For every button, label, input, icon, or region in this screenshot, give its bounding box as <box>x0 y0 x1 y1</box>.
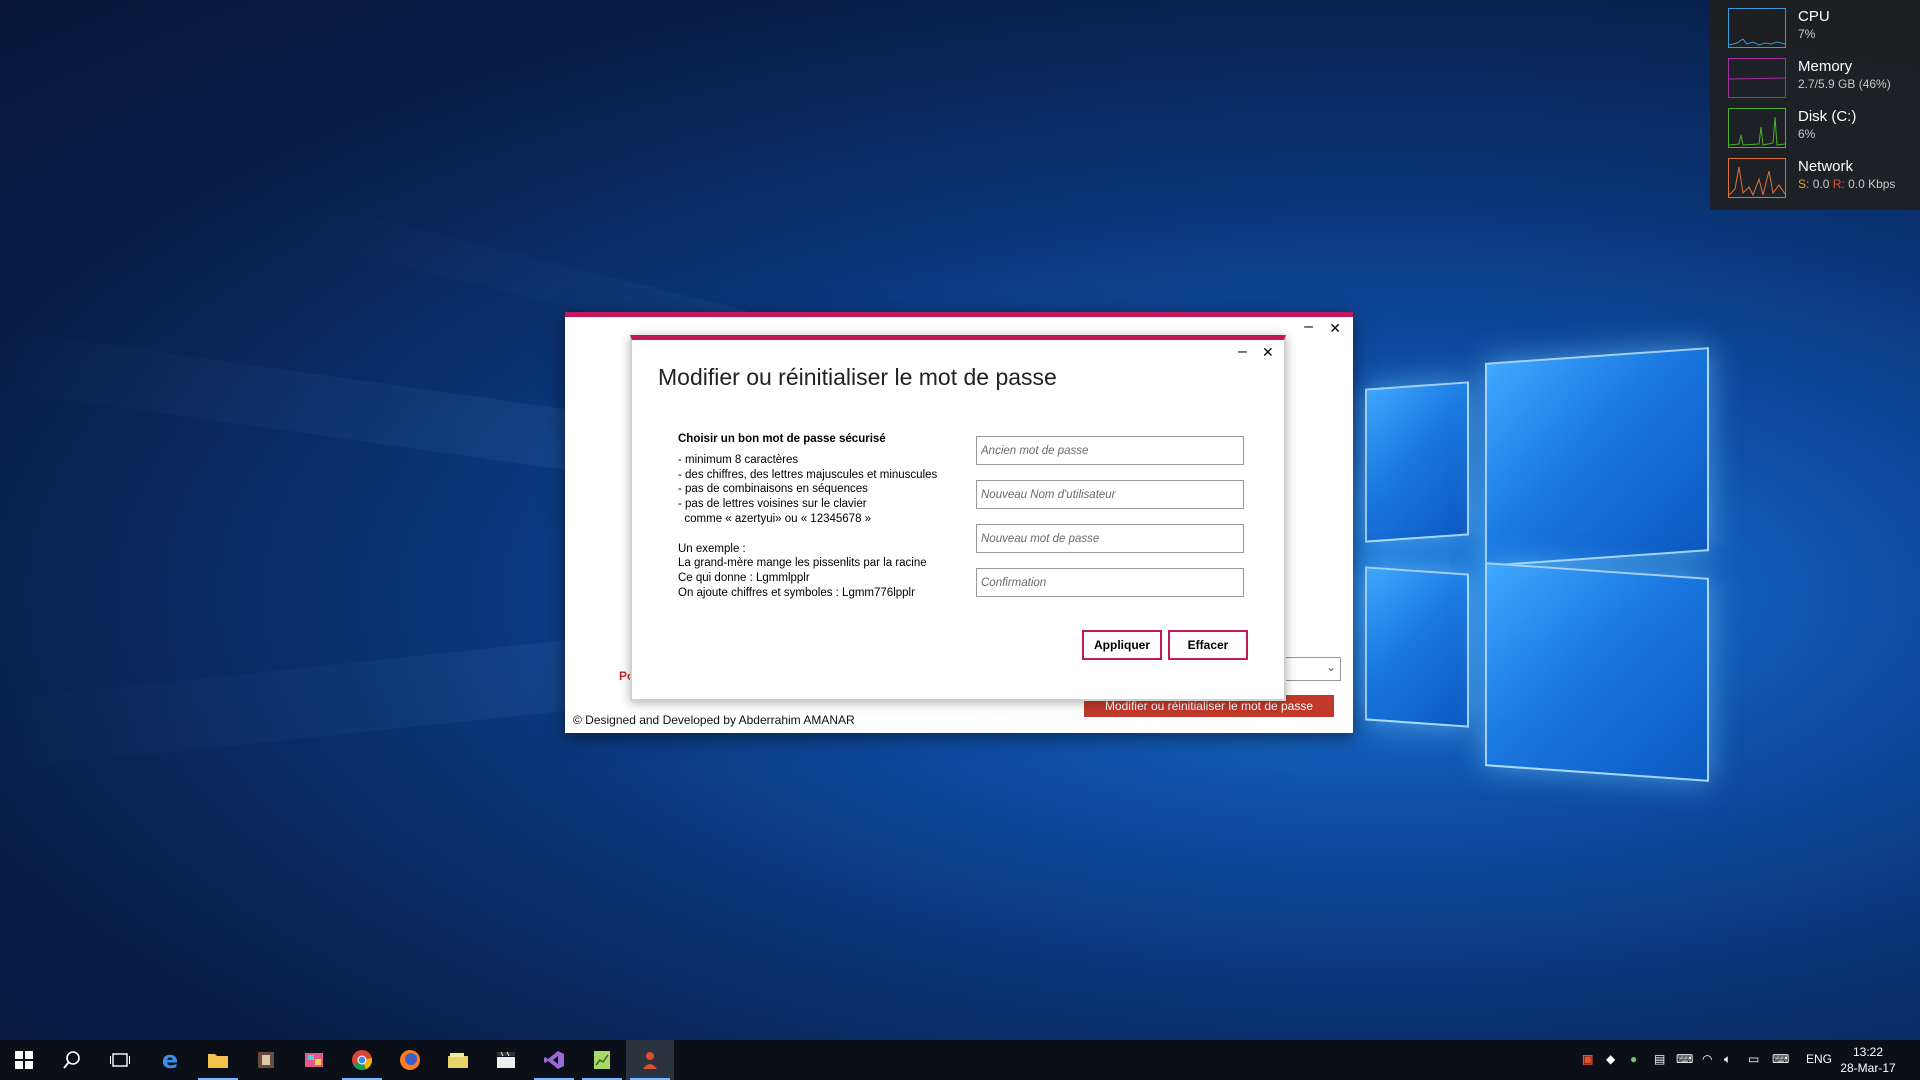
taskbar-file-explorer[interactable] <box>194 1040 242 1080</box>
guideline-line: - pas de lettres voisines sur le clavier <box>678 498 867 511</box>
memory-graph <box>1728 58 1786 98</box>
wifi-icon[interactable]: ◠ <box>1702 1052 1712 1066</box>
disk-graph-line <box>1729 116 1785 146</box>
cpu-value: 7% <box>1798 27 1816 41</box>
guideline-line: Ce qui donne : Lgmmlpplr <box>678 572 810 585</box>
logo-pane <box>1485 562 1709 782</box>
edge-icon: e <box>161 1046 179 1074</box>
new-password-field[interactable] <box>976 524 1244 553</box>
logo-pane <box>1365 566 1469 728</box>
visual-studio-icon <box>544 1051 564 1069</box>
windows-logo-wallpaper <box>1355 345 1709 785</box>
monitor-memory: Memory 2.7/5.9 GB (46%) <box>1718 50 1918 98</box>
footer-credits: © Designed and Developed by Abderrahim A… <box>573 713 855 727</box>
taskbar: e ▣ ◆ ● ▤ ⌨ ◠ 🔈︎ ▭ ⌨ ENG 13:22 28-Mar-17 <box>0 1040 1920 1080</box>
change-password-dialog: – ✕ Modifier ou réinitialiser le mot de … <box>630 335 1286 701</box>
confirmation-field[interactable] <box>976 568 1244 597</box>
search-button[interactable] <box>48 1040 96 1080</box>
paint-icon <box>305 1053 323 1067</box>
taskbar-visual-studio[interactable] <box>530 1040 578 1080</box>
firefox-icon <box>400 1050 420 1070</box>
cpu-graph-line <box>1729 38 1785 46</box>
network-send-label: S: <box>1798 177 1810 191</box>
guideline-line: On ajoute chiffres et symboles : Lgmm776… <box>678 586 915 599</box>
minimize-button[interactable]: – <box>1238 344 1247 360</box>
memory-title: Memory <box>1798 58 1853 75</box>
network-recv-label: R: <box>1832 177 1845 191</box>
back-minimize-button[interactable]: – <box>1304 319 1313 335</box>
network-send-value: 0.0 <box>1812 177 1830 191</box>
folder-icon <box>208 1054 228 1068</box>
touch-keyboard-icon[interactable]: ⌨ <box>1772 1052 1789 1066</box>
taskbar-active-app[interactable] <box>626 1040 674 1080</box>
chart-doc-icon <box>594 1051 610 1069</box>
user-icon <box>643 1052 657 1069</box>
chrome-icon <box>352 1050 373 1071</box>
resource-monitor-widget: CPU 7% Memory 2.7/5.9 GB (46%) Disk (C:)… <box>1710 0 1920 210</box>
office-icon[interactable]: ▣ <box>1582 1052 1593 1066</box>
keyboard-layout-icon[interactable]: ⌨ <box>1676 1052 1693 1066</box>
memory-graph-line <box>1729 77 1785 80</box>
password-guidelines: Choisir un bon mot de passe sécurisé - m… <box>678 432 968 601</box>
monitor-disk: Disk (C:) 6% <box>1718 100 1918 148</box>
clock-time: 13:22 <box>1852 1045 1884 1059</box>
network-graph <box>1728 158 1786 198</box>
logo-pane <box>1365 381 1469 543</box>
guideline-line: La grand-mère mange les pissenlits par l… <box>678 557 927 570</box>
back-close-button[interactable]: ✕ <box>1329 320 1341 336</box>
start-button[interactable] <box>0 1040 48 1080</box>
network-value: S: 0.0 R: 0.0 Kbps <box>1798 177 1895 191</box>
old-password-field[interactable] <box>976 436 1244 465</box>
windows-start-icon <box>15 1051 33 1069</box>
notifications-icon[interactable]: ▭ <box>1748 1052 1759 1066</box>
cpu-title: CPU <box>1798 8 1830 25</box>
guideline-line: - des chiffres, des lettres majuscules e… <box>678 468 938 481</box>
guideline-line: comme « azertyui» ou « 12345678 » <box>678 512 872 525</box>
network-title: Network <box>1798 158 1854 175</box>
clock-date: 28-Mar-17 <box>1840 1061 1896 1075</box>
taskbar-app-d[interactable] <box>482 1040 530 1080</box>
monitor-cpu: CPU 7% <box>1718 0 1918 48</box>
close-button[interactable]: ✕ <box>1262 344 1274 360</box>
storage-icon[interactable]: ▤ <box>1654 1052 1665 1066</box>
taskbar-app-e[interactable] <box>578 1040 626 1080</box>
clapperboard-icon <box>497 1051 515 1068</box>
task-view-button[interactable] <box>96 1040 144 1080</box>
task-view-icon <box>110 1053 130 1067</box>
dialog-title: Modifier ou réinitialiser le mot de pass… <box>658 364 1057 390</box>
guideline-line <box>678 527 968 542</box>
guideline-line: - minimum 8 caractères <box>678 453 799 466</box>
taskbar-firefox[interactable] <box>386 1040 434 1080</box>
cpu-graph <box>1728 8 1786 48</box>
clear-button[interactable]: Effacer <box>1168 630 1248 660</box>
dropbox-icon[interactable]: ◆ <box>1606 1052 1615 1066</box>
language-indicator[interactable]: ENG <box>1806 1052 1832 1066</box>
logo-pane <box>1485 347 1709 567</box>
volume-icon[interactable]: 🔈︎ <box>1724 1052 1731 1067</box>
disk-title: Disk (C:) <box>1798 108 1857 125</box>
app-box-icon <box>258 1052 274 1068</box>
apply-button[interactable]: Appliquer <box>1082 630 1162 660</box>
folder-icon <box>448 1053 468 1068</box>
clock[interactable]: 13:22 28-Mar-17 <box>1838 1044 1898 1076</box>
taskbar-app-b[interactable] <box>290 1040 338 1080</box>
taskbar-chrome[interactable] <box>338 1040 386 1080</box>
guidelines-heading: Choisir un bon mot de passe sécurisé <box>678 433 886 445</box>
network-recv-value: 0.0 Kbps <box>1848 177 1896 191</box>
search-icon <box>63 1051 80 1069</box>
sync-icon[interactable]: ● <box>1630 1052 1637 1066</box>
guideline-line: Un exemple : <box>678 542 746 555</box>
new-username-field[interactable] <box>976 480 1244 509</box>
chevron-down-icon: ⌄ <box>1325 660 1336 674</box>
taskbar-app-c[interactable] <box>434 1040 482 1080</box>
disk-value: 6% <box>1798 127 1816 141</box>
disk-graph <box>1728 108 1786 148</box>
memory-value: 2.7/5.9 GB (46%) <box>1798 77 1891 91</box>
network-graph-line <box>1729 166 1785 197</box>
monitor-network: Network S: 0.0 R: 0.0 Kbps <box>1718 150 1918 198</box>
guideline-line: - pas de combinaisons en séquences <box>678 483 868 496</box>
taskbar-edge[interactable]: e <box>146 1040 194 1080</box>
taskbar-app-a[interactable] <box>242 1040 290 1080</box>
